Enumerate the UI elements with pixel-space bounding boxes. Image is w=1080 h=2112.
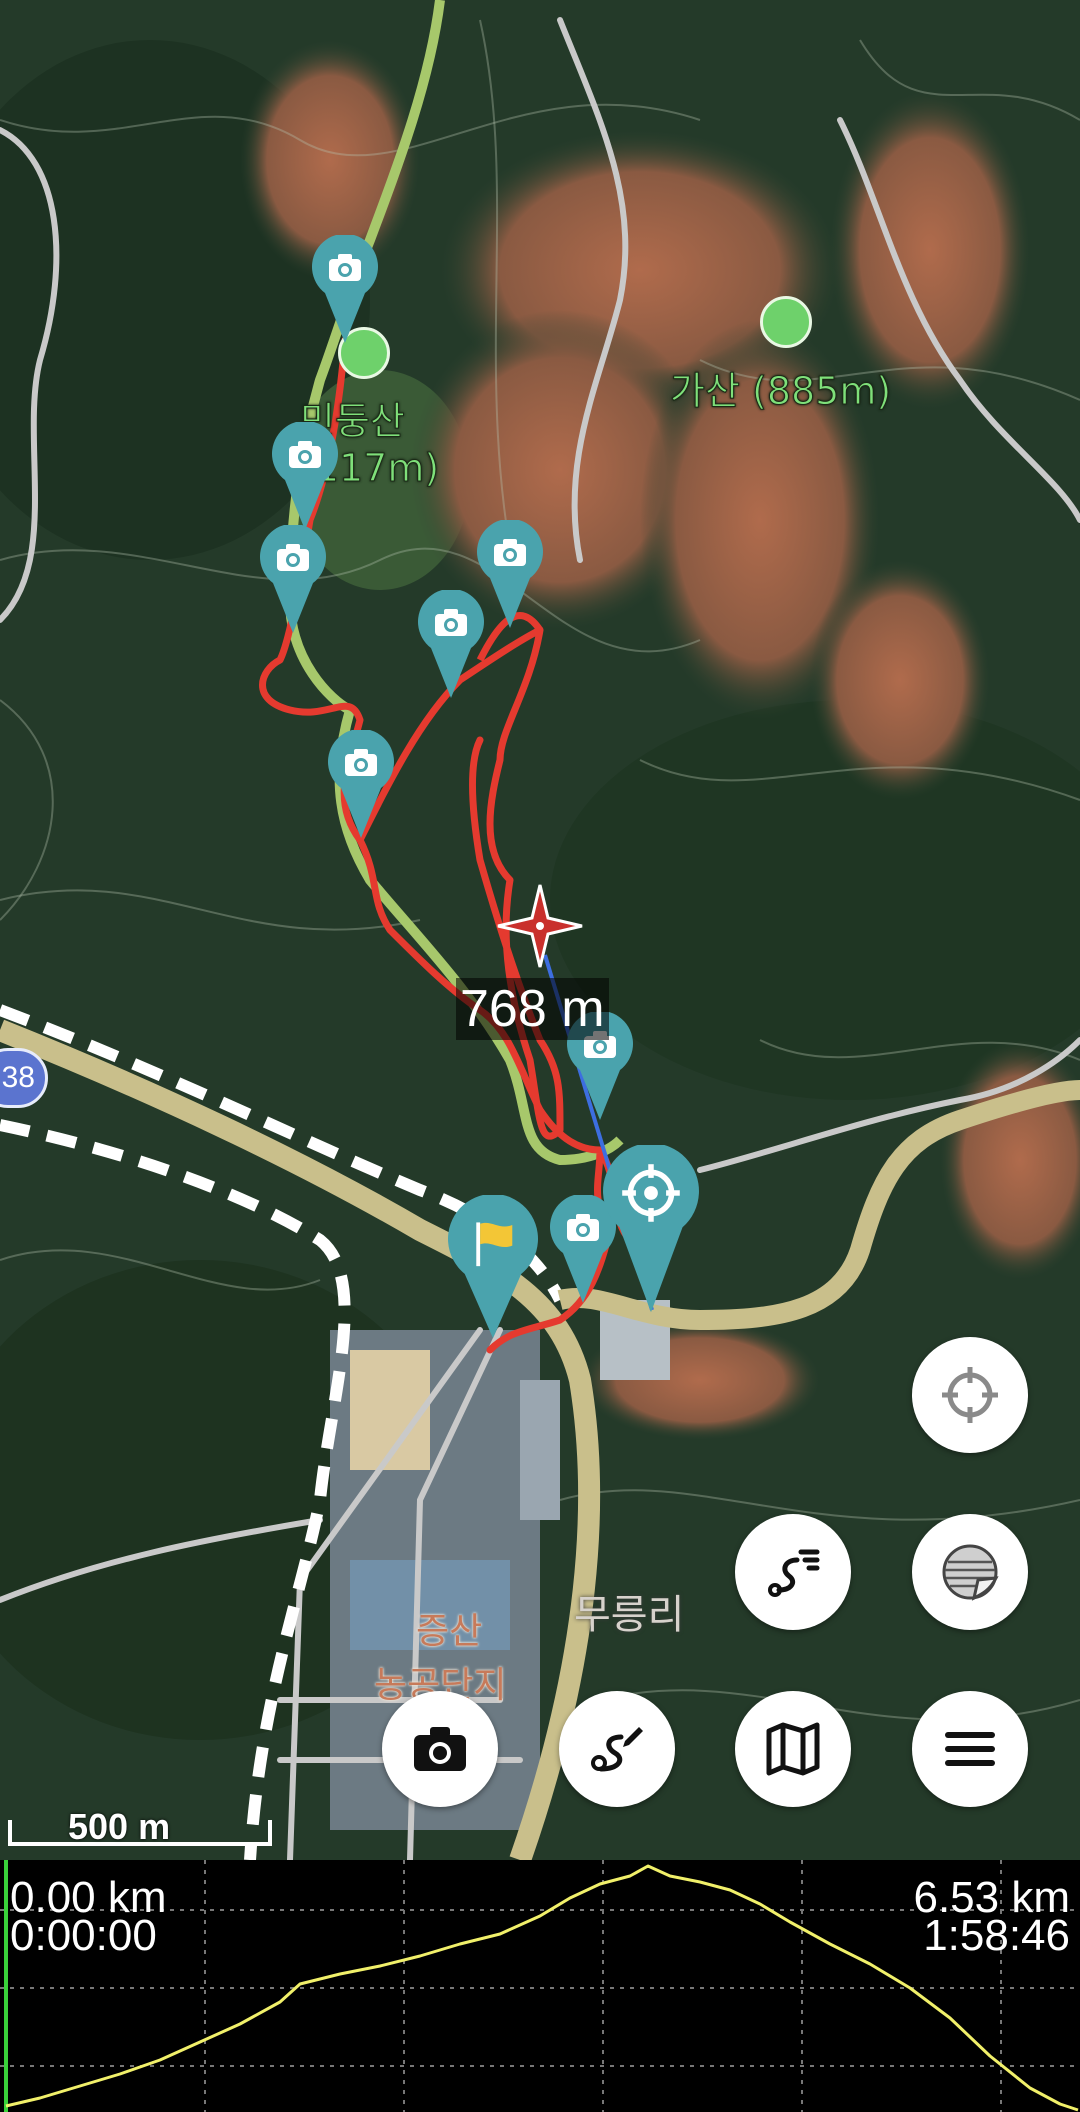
place-label-mureungri: 무릉리 (574, 1592, 685, 1638)
route-list-button[interactable] (735, 1514, 851, 1630)
photo-waypoint-pin[interactable] (326, 728, 396, 840)
draw-route-button[interactable] (559, 1691, 675, 1807)
menu-icon (945, 1732, 995, 1766)
layers-button[interactable] (912, 1514, 1028, 1630)
photo-waypoint-pin[interactable] (270, 420, 340, 532)
photo-waypoint-pin[interactable] (416, 588, 486, 700)
route-list-icon (768, 1549, 820, 1597)
locate-icon (942, 1367, 998, 1423)
map-button[interactable] (735, 1691, 851, 1807)
start-time: 0:00:00 (10, 1911, 157, 1960)
menu-button[interactable] (912, 1691, 1028, 1807)
start-flag-pin[interactable] (448, 1193, 538, 1345)
map-icon (766, 1722, 820, 1776)
scale-label: 500 m (68, 1806, 171, 1847)
photo-waypoint-pin[interactable] (310, 233, 380, 345)
current-location-pin[interactable] (603, 1143, 699, 1315)
camera-icon (414, 1727, 466, 1771)
camera-button[interactable] (382, 1691, 498, 1807)
end-time: 1:58:46 (923, 1911, 1070, 1960)
peak-icon (760, 296, 812, 348)
draw-route-icon (591, 1727, 643, 1772)
map-view[interactable]: 가산 (885m) 민둥산 (117m) 무릉리 증산 농공단지 38 768 … (0, 0, 1080, 1860)
peak-label-gasan: 가산 (885m) (669, 369, 892, 414)
photo-waypoint-pin[interactable] (258, 523, 328, 635)
place-label-jeungsan: 증산 (416, 1611, 483, 1652)
locate-button[interactable] (912, 1337, 1028, 1453)
layers-icon (942, 1544, 999, 1601)
elevation-profile[interactable]: 0.00 km 0:00:00 6.53 km 1:58:46 (0, 1860, 1080, 2112)
distance-to-cursor-label: 768 m (456, 978, 609, 1040)
